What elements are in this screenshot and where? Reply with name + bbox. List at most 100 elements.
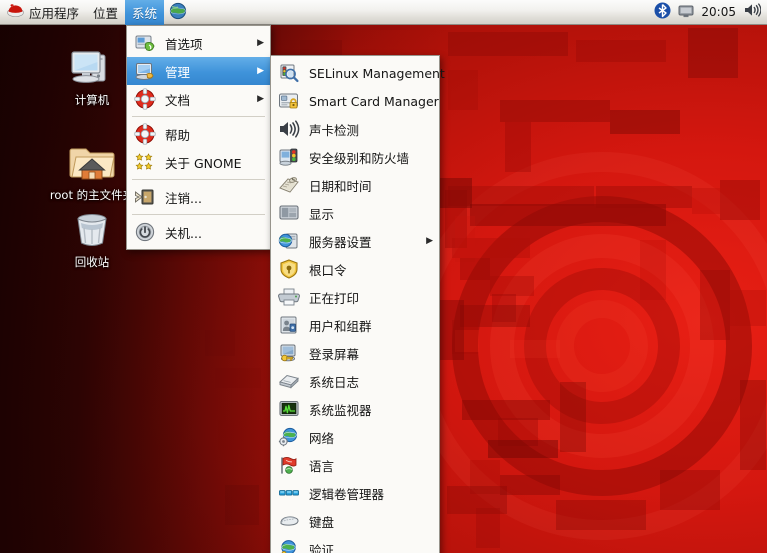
menu-item-logout[interactable]: 注销...: [127, 183, 270, 211]
menu-item-login-screen[interactable]: 登录屏幕: [271, 339, 439, 367]
menu-item-smart-card-manager[interactable]: Smart Card Manager: [271, 87, 439, 115]
shutdown-icon: [134, 221, 156, 243]
menu-item-label: 验证: [309, 542, 335, 553]
menu-separator: [132, 116, 265, 117]
menu-item-system-monitor[interactable]: 系统监视器: [271, 395, 439, 423]
network-icon: [278, 426, 300, 448]
globe-icon: [169, 2, 187, 23]
menu-item-date-time[interactable]: 日期和时间: [271, 171, 439, 199]
chevron-right-icon: ▶: [257, 94, 264, 104]
printing-icon: [277, 286, 301, 308]
logout-icon: [134, 186, 156, 208]
lvm-icon: [278, 482, 300, 504]
system-tray: 20:05: [654, 2, 767, 23]
chevron-right-icon: ▶: [257, 38, 264, 48]
system-log-icon: [278, 370, 300, 392]
menu-item-label: 首选项: [165, 36, 203, 52]
menu-item-preferences[interactable]: 首选项 ▶: [127, 29, 270, 57]
keyboard-icon: [278, 510, 300, 532]
menu-item-label: 关于 GNOME: [165, 155, 242, 171]
menu-item-label: Smart Card Manager: [309, 93, 439, 109]
language-icon: [278, 454, 300, 476]
selinux-icon: [278, 62, 300, 84]
menu-item-label: 正在打印: [309, 290, 360, 306]
menu-item-label: 服务器设置: [309, 234, 372, 250]
menu-item-root-password[interactable]: 根口令: [271, 255, 439, 283]
menu-item-keyboard[interactable]: 键盘: [271, 507, 439, 535]
menu-item-label: 根口令: [309, 262, 347, 278]
bluetooth-icon[interactable]: [654, 2, 671, 23]
menu-separator: [132, 214, 265, 215]
menu-item-label: 用户和组群: [309, 318, 372, 334]
display-icon[interactable]: [678, 3, 694, 22]
menu-item-server-settings[interactable]: 服务器设置 ▶: [271, 227, 439, 255]
datetime-icon: [278, 174, 300, 196]
desktop-screen: 计算机 root 的主文件夹 回收站 应用程序 位置 系统 20:05 首选项 …: [0, 0, 767, 553]
menu-item-label: 系统监视器: [309, 402, 372, 418]
panel-menu-label: 系统: [132, 5, 158, 21]
menu-item-security-level-firewall[interactable]: 安全级别和防火墙: [271, 143, 439, 171]
login-screen-icon: [278, 342, 300, 364]
system-menu[interactable]: 首选项 ▶ 管理 ▶ 文档 ▶ 帮助 关于 GNOME 注销... 关机...: [126, 25, 271, 250]
menu-item-label: 语言: [309, 458, 335, 474]
menu-item-label: 键盘: [309, 514, 335, 530]
top-panel: 应用程序 位置 系统 20:05: [0, 0, 767, 25]
menu-item-label: 逻辑卷管理器: [309, 486, 385, 502]
menu-item-label: 文档: [165, 92, 191, 108]
menu-item-label: 注销...: [165, 190, 202, 206]
menu-item-label: 关机...: [165, 225, 202, 241]
menu-item-label: SELinux Management: [309, 65, 445, 81]
menu-item-label: 系统日志: [309, 374, 360, 390]
clock-label[interactable]: 20:05: [701, 5, 736, 19]
menu-item-help[interactable]: 帮助: [127, 120, 270, 148]
menu-item-label: 显示: [309, 206, 335, 222]
redhat-logo-icon: [7, 3, 24, 21]
administration-submenu[interactable]: SELinux Management Smart Card Manager 声卡…: [270, 55, 445, 553]
menu-item-administration[interactable]: 管理 ▶: [127, 57, 270, 85]
smartcard-icon: [278, 90, 300, 112]
panel-launcher-browser[interactable]: [164, 0, 192, 25]
menu-item-about-gnome[interactable]: 关于 GNOME: [127, 148, 270, 176]
menu-item-soundcard-detection[interactable]: 声卡检测: [271, 115, 439, 143]
preferences-icon: [134, 32, 156, 54]
menu-item-shutdown[interactable]: 关机...: [127, 218, 270, 246]
help-documents-icon: [134, 88, 156, 110]
display-settings-icon: [278, 202, 300, 224]
menu-item-logical-volume-manager[interactable]: 逻辑卷管理器: [271, 479, 439, 507]
menu-item-label: 登录屏幕: [309, 346, 360, 362]
menu-item-display[interactable]: 显示: [271, 199, 439, 227]
panel-menu-places[interactable]: 位置: [86, 0, 125, 25]
panel-menu-applications[interactable]: 应用程序: [0, 0, 86, 25]
panel-menu-system[interactable]: 系统: [125, 0, 165, 25]
menu-item-label: 安全级别和防火墙: [309, 150, 410, 166]
chevron-right-icon: ▶: [426, 236, 433, 246]
menu-item-documents[interactable]: 文档 ▶: [127, 85, 270, 113]
users-groups-icon: [278, 314, 300, 336]
menu-item-label: 声卡检测: [309, 122, 360, 138]
panel-menu-label: 应用程序: [29, 5, 80, 21]
server-settings-icon: [278, 230, 300, 252]
menu-item-users-groups[interactable]: 用户和组群: [271, 311, 439, 339]
soundcard-icon: [278, 118, 300, 140]
menu-separator: [132, 179, 265, 180]
menu-item-selinux-management[interactable]: SELinux Management: [271, 59, 445, 87]
panel-menu-label: 位置: [93, 5, 119, 21]
system-monitor-icon: [278, 398, 300, 420]
menu-item-language[interactable]: 语言: [271, 451, 439, 479]
administration-icon: [134, 60, 156, 82]
authentication-icon: [278, 538, 300, 553]
volume-icon[interactable]: [743, 2, 762, 22]
desktop-icon-label: 回收站: [74, 255, 110, 269]
menu-item-system-log[interactable]: 系统日志: [271, 367, 439, 395]
menu-item-network[interactable]: 网络: [271, 423, 439, 451]
menu-item-label: 网络: [309, 430, 335, 446]
root-password-icon: [278, 258, 300, 280]
chevron-right-icon: ▶: [257, 66, 264, 76]
menu-item-label: 帮助: [165, 127, 191, 143]
menu-item-authentication[interactable]: 验证: [271, 535, 439, 553]
gnome-about-icon: [134, 151, 156, 173]
menu-item-label: 日期和时间: [309, 178, 372, 194]
menu-item-printing[interactable]: 正在打印: [271, 283, 439, 311]
firewall-icon: [278, 146, 300, 168]
menu-item-label: 管理: [165, 64, 191, 80]
